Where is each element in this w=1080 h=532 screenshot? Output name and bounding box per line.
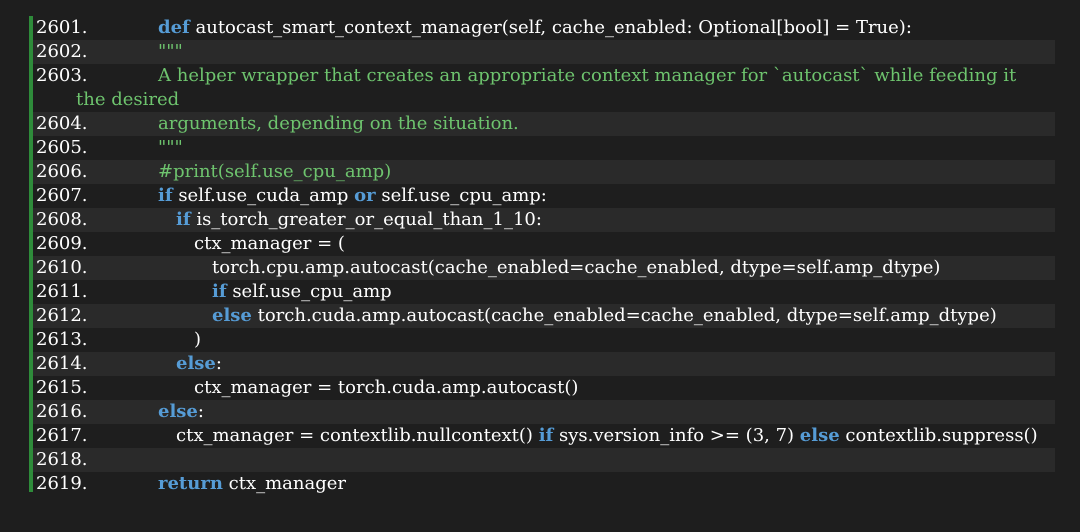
code-token: self.use_cpu_amp:: [375, 185, 547, 206]
code-line[interactable]: 2602. """: [33, 40, 1055, 64]
code-block[interactable]: 2601. def autocast_smart_context_manager(…: [33, 16, 1055, 496]
code-token: is_torch_greater_or_equal_than_1_10:: [190, 209, 542, 230]
code-line[interactable]: 2606. #print(self.use_cpu_amp): [33, 160, 1055, 184]
code-token: self.use_cpu_amp: [226, 281, 392, 302]
keyword-token: else: [176, 353, 216, 374]
code-line[interactable]: 2611. if self.use_cpu_amp: [33, 280, 1055, 304]
keyword-token: else: [212, 305, 252, 326]
code-line[interactable]: 2607. if self.use_cuda_amp or self.use_cp…: [33, 184, 1055, 208]
line-code: """: [158, 136, 183, 160]
line-number: 2608.: [36, 209, 88, 230]
code-editor[interactable]: 2601. def autocast_smart_context_manager(…: [0, 0, 1080, 532]
line-code: if self.use_cpu_amp: [212, 280, 392, 304]
line-code: ctx_manager = contextlib.nullcontext() i…: [176, 424, 1038, 448]
line-number: 2619.: [36, 473, 88, 494]
code-token: torch.cuda.amp.autocast(cache_enabled=ca…: [251, 305, 997, 326]
line-number: 2614.: [36, 353, 88, 374]
line-number: 2616.: [36, 401, 88, 422]
line-number: 2618.: [36, 449, 88, 470]
code-line[interactable]: 2618.: [33, 448, 1055, 472]
line-number: 2605.: [36, 137, 88, 158]
keyword-token: if: [538, 425, 554, 446]
code-token: ctx_manager = (: [194, 233, 345, 254]
code-token: autocast_smart_context_manager(self, cac…: [189, 17, 912, 38]
line-number: 2609.: [36, 233, 88, 254]
wrapped-line-continuation: the desired: [76, 89, 180, 110]
code-token: sys.version_info >= (3, 7): [553, 425, 800, 446]
code-line[interactable]: 2616. else:: [33, 400, 1055, 424]
keyword-token: return: [158, 473, 223, 494]
code-line[interactable]: 2613.): [33, 328, 1055, 352]
code-token: ctx_manager: [222, 473, 347, 494]
line-number: 2604.: [36, 113, 88, 134]
code-line[interactable]: 2612. else torch.cuda.amp.autocast(cache_…: [33, 304, 1055, 328]
line-number: 2613.: [36, 329, 88, 350]
doc-token: """: [158, 41, 183, 62]
code-token: ctx_manager = torch.cuda.amp.autocast(): [194, 377, 579, 398]
code-line[interactable]: 2605. """: [33, 136, 1055, 160]
line-code: else torch.cuda.amp.autocast(cache_enabl…: [212, 304, 997, 328]
keyword-token: else: [158, 401, 198, 422]
code-token: ctx_manager = contextlib.nullcontext(): [176, 425, 539, 446]
code-line[interactable]: 2615. ctx_manager = torch.cuda.amp.autoca…: [33, 376, 1055, 400]
keyword-token: or: [354, 185, 376, 206]
code-line[interactable]: 2614. else:: [33, 352, 1055, 376]
line-code: A helper wrapper that creates an appropr…: [158, 64, 1016, 88]
line-number: 2610.: [36, 257, 88, 278]
code-token: :: [215, 353, 222, 374]
line-code: torch.cpu.amp.autocast(cache_enabled=cac…: [212, 256, 940, 280]
line-number: 2601.: [36, 17, 88, 38]
line-number: 2612.: [36, 305, 88, 326]
line-code: ctx_manager = torch.cuda.amp.autocast(): [194, 376, 578, 400]
line-code: def autocast_smart_context_manager(self,…: [158, 16, 912, 40]
keyword-token: if: [176, 209, 191, 230]
keyword-token: else: [799, 425, 840, 446]
line-code: if is_torch_greater_or_equal_than_1_10:: [176, 208, 542, 232]
code-line[interactable]: 2603. A helper wrapper that creates an ap…: [33, 64, 1055, 112]
code-token: ): [194, 329, 202, 350]
keyword-token: def: [158, 17, 190, 38]
line-number: 2602.: [36, 41, 88, 62]
code-line[interactable]: 2604. arguments, depending on the situati…: [33, 112, 1055, 136]
line-number: 2617.: [36, 425, 88, 446]
keyword-token: if: [212, 281, 227, 302]
code-line[interactable]: 2608. if is_torch_greater_or_equal_than_1…: [33, 208, 1055, 232]
line-code: arguments, depending on the situation.: [158, 112, 519, 136]
cmt-token: #print(self.use_cpu_amp): [158, 161, 392, 182]
code-line[interactable]: 2609. ctx_manager = (: [33, 232, 1055, 256]
doc-token: """: [158, 137, 183, 158]
line-code: ): [194, 328, 201, 352]
line-number: 2615.: [36, 377, 88, 398]
line-code: else:: [176, 352, 222, 376]
doc-token: A helper wrapper that creates an appropr…: [158, 65, 1017, 86]
code-token: self.use_cuda_amp: [172, 185, 355, 206]
code-line[interactable]: 2601. def autocast_smart_context_manager(…: [33, 16, 1055, 40]
line-code: ctx_manager = (: [194, 232, 345, 256]
code-token: contextlib.suppress(): [839, 425, 1038, 446]
line-number: 2607.: [36, 185, 88, 206]
code-token: torch.cpu.amp.autocast(cache_enabled=cac…: [212, 257, 941, 278]
code-line[interactable]: 2617. ctx_manager = contextlib.nullcontex…: [33, 424, 1055, 448]
line-number: 2611.: [36, 281, 88, 302]
line-code: return ctx_manager: [158, 472, 346, 496]
line-code: else:: [158, 400, 204, 424]
keyword-token: if: [158, 185, 173, 206]
line-code: #print(self.use_cpu_amp): [158, 160, 391, 184]
doc-token: arguments, depending on the situation.: [158, 113, 519, 134]
line-code: if self.use_cuda_amp or self.use_cpu_amp…: [158, 184, 547, 208]
code-line[interactable]: 2610. torch.cpu.amp.autocast(cache_enable…: [33, 256, 1055, 280]
line-code: """: [158, 40, 183, 64]
code-token: :: [197, 401, 204, 422]
line-number: 2603.: [36, 65, 88, 86]
line-number: 2606.: [36, 161, 88, 182]
code-line[interactable]: 2619. return ctx_manager: [33, 472, 1055, 496]
